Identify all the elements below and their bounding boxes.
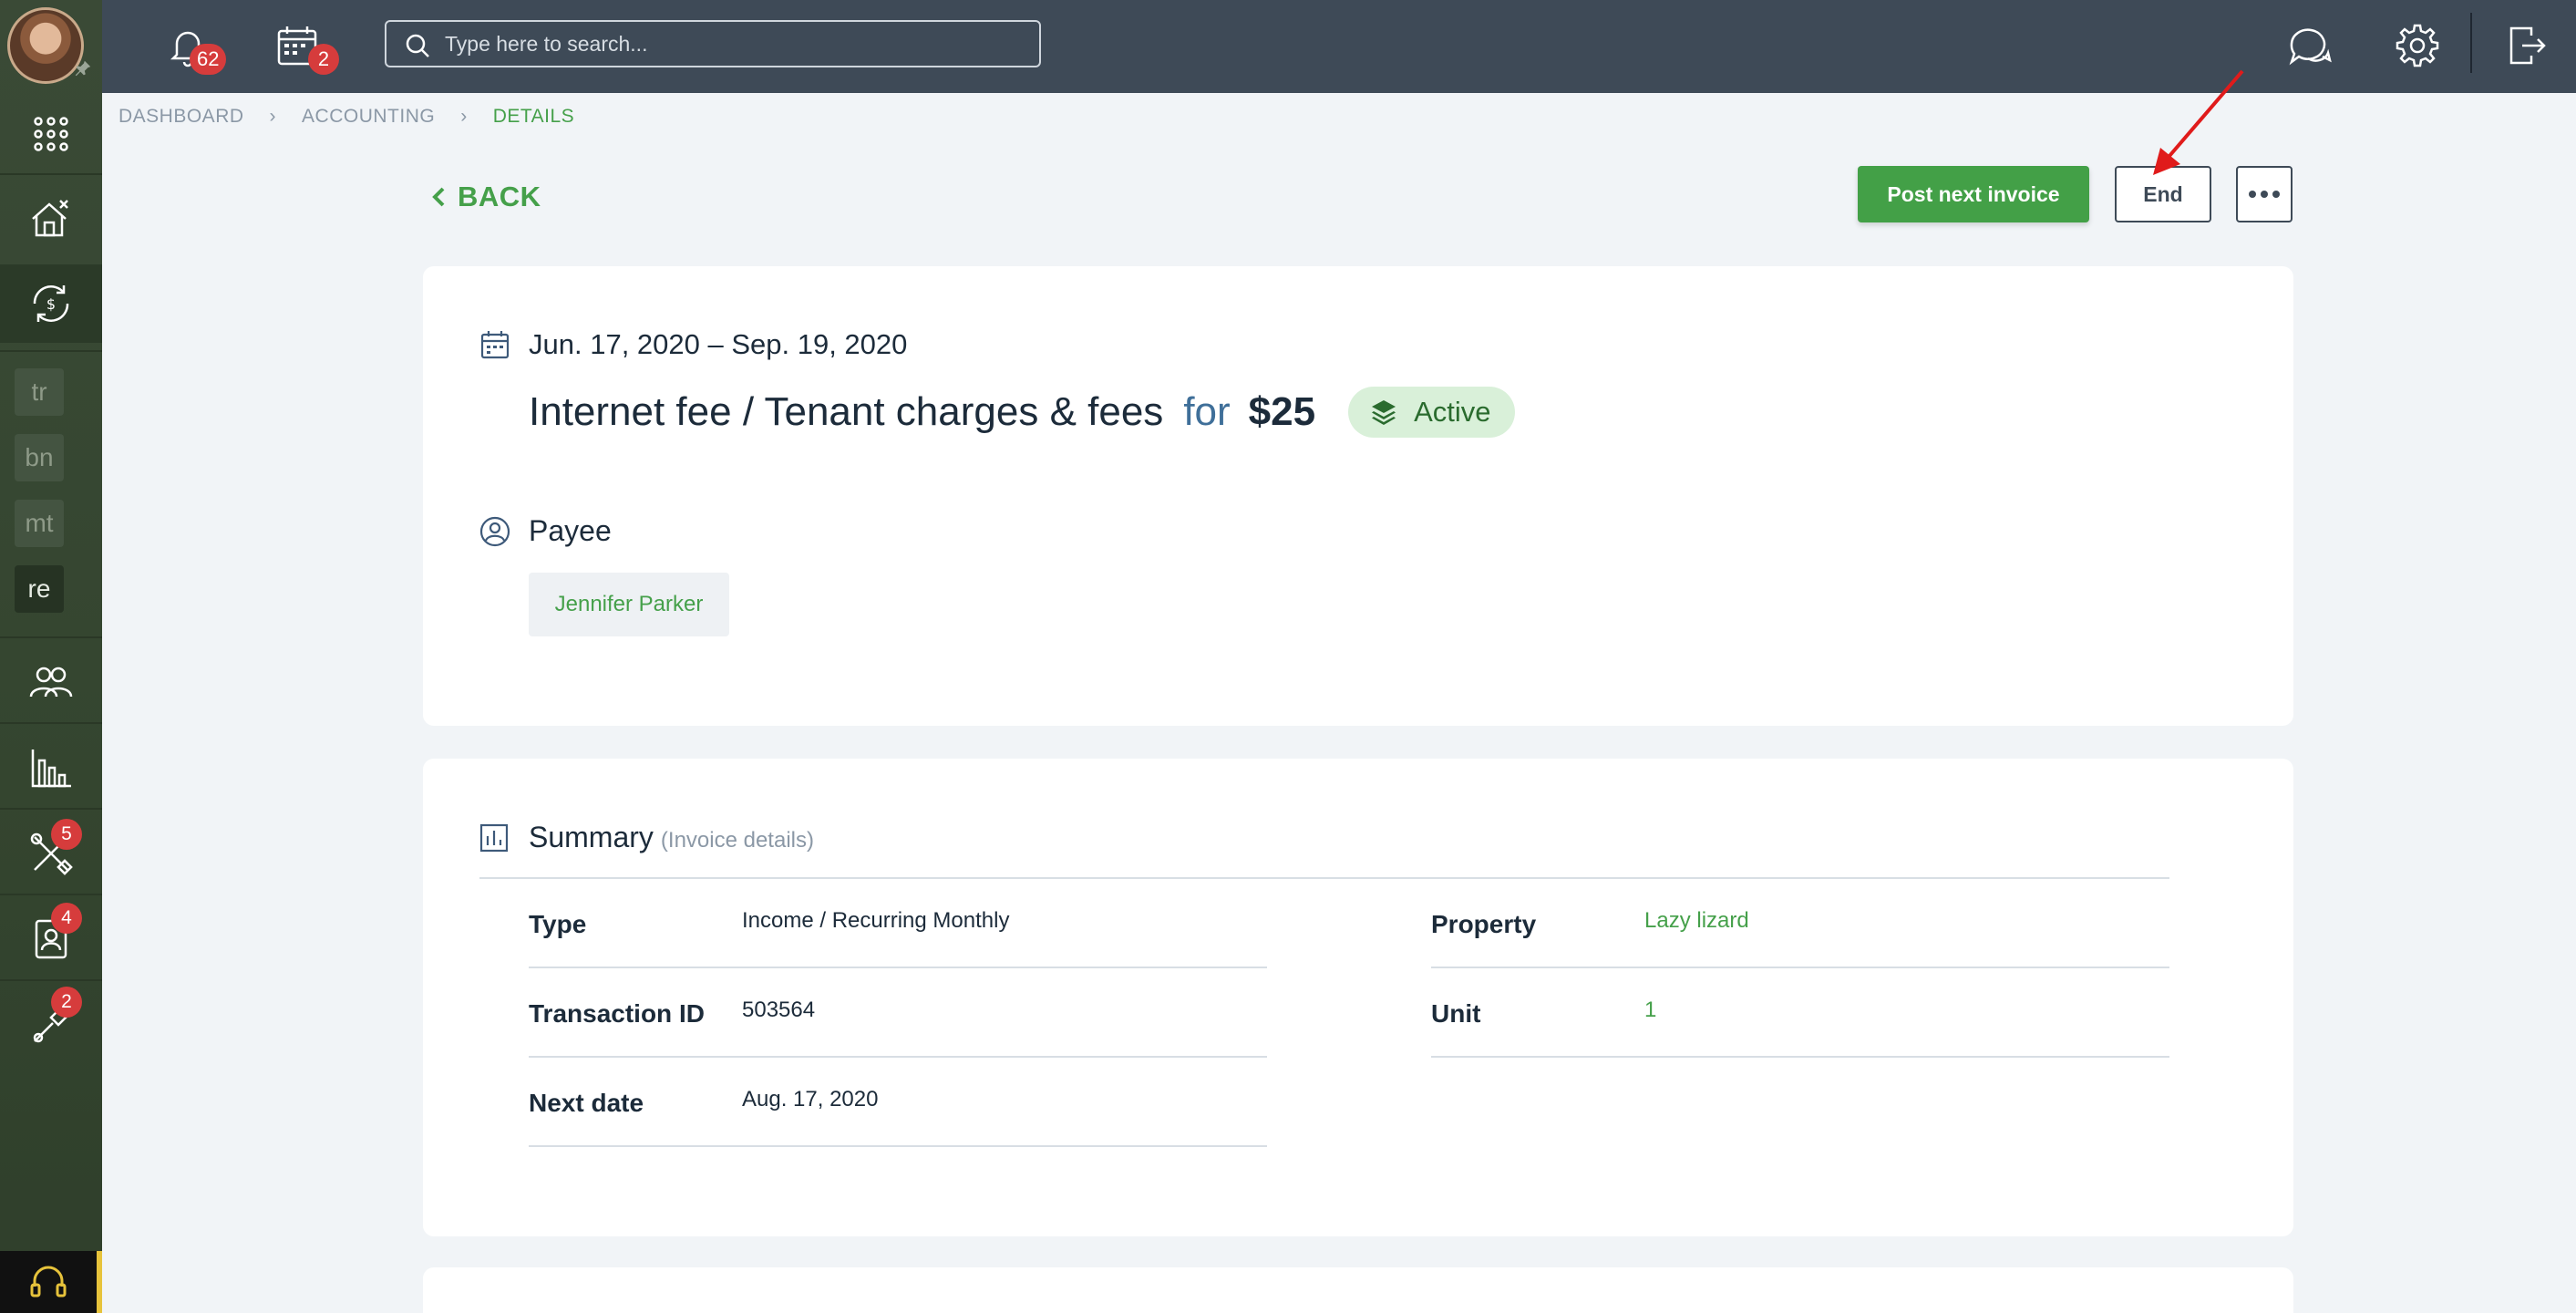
- unit-link[interactable]: 1: [1644, 998, 1656, 1023]
- layers-icon: [1372, 400, 1396, 425]
- next-card: [423, 1267, 2293, 1313]
- status-label: Active: [1414, 396, 1491, 428]
- chip-tr[interactable]: tr: [15, 368, 64, 416]
- transaction-title-row: Internet fee / Tenant charges & fees for…: [529, 387, 1515, 438]
- notifications-badge: 62: [190, 44, 227, 75]
- calendar-badge: 2: [308, 44, 339, 75]
- breadcrumb-details: DETAILS: [492, 106, 575, 127]
- transaction-id-value: 503564: [742, 998, 816, 1022]
- status-badge: Active: [1348, 387, 1515, 438]
- summary-row-next-date: Next date Aug. 17, 2020: [529, 1058, 1267, 1147]
- property-label: Property: [1431, 910, 1537, 938]
- maintenance-icon[interactable]: [0, 815, 102, 892]
- chat-icon[interactable]: [2281, 16, 2339, 75]
- breadcrumb: DASHBOARD › ACCOUNTING › DETAILS: [118, 106, 574, 128]
- for-label: for: [1183, 389, 1231, 434]
- transaction-card: Jun. 17, 2020 – Sep. 19, 2020 Internet f…: [423, 266, 2293, 726]
- accounting-icon[interactable]: $: [0, 264, 102, 343]
- type-label: Type: [529, 910, 587, 938]
- type-value: Income / Recurring Monthly: [742, 908, 1010, 933]
- transaction-id-label: Transaction ID: [529, 999, 705, 1028]
- summary-row-unit: Unit 1: [1431, 968, 2169, 1058]
- svg-text:$: $: [46, 295, 56, 313]
- payee-name-link[interactable]: Jennifer Parker: [529, 573, 729, 636]
- chip-re[interactable]: re: [15, 565, 64, 613]
- transaction-amount: $25: [1248, 389, 1316, 434]
- people-icon[interactable]: [0, 644, 102, 720]
- sidebar: $ tr bn mt re 5 4 2: [0, 0, 102, 1313]
- logout-icon[interactable]: [2498, 16, 2556, 75]
- search-input[interactable]: [445, 31, 1039, 57]
- property-link[interactable]: Lazy lizard: [1644, 908, 1749, 934]
- chip-mt[interactable]: mt: [15, 500, 64, 547]
- maintenance-badge: 5: [51, 819, 82, 850]
- breadcrumb-dashboard[interactable]: DASHBOARD: [118, 106, 244, 128]
- summary-header: Summary (Invoice details): [479, 821, 814, 854]
- date-range-row: Jun. 17, 2020 – Sep. 19, 2020: [479, 328, 907, 361]
- settings-gear-icon[interactable]: [2388, 16, 2447, 75]
- summary-title: Summary: [529, 821, 654, 853]
- post-next-invoice-button[interactable]: Post next invoice: [1858, 166, 2089, 222]
- tools-badge: 2: [51, 987, 82, 1018]
- back-button[interactable]: BACK: [428, 181, 541, 213]
- summary-card: Summary (Invoice details) Type Income / …: [423, 759, 2293, 1236]
- summary-row-property: Property Lazy lizard: [1431, 879, 2169, 968]
- apps-grid-icon[interactable]: [0, 104, 102, 164]
- payee-label: Payee: [529, 514, 612, 547]
- next-date-label: Next date: [529, 1089, 644, 1117]
- annotation-arrow-icon: [2153, 69, 2244, 175]
- back-label: BACK: [458, 181, 541, 212]
- chevron-right-icon: ›: [269, 106, 277, 127]
- chevron-right-icon: ›: [460, 106, 468, 127]
- summary-row-transaction-id: Transaction ID 503564: [529, 968, 1267, 1058]
- topbar-divider: [2470, 13, 2472, 73]
- user-circle-icon: [479, 516, 510, 546]
- payee-row: Payee: [479, 514, 612, 548]
- unit-label: Unit: [1431, 999, 1481, 1028]
- support-icon[interactable]: [0, 1251, 102, 1313]
- search-box: [385, 20, 1041, 67]
- reports-icon[interactable]: [0, 729, 102, 806]
- more-dots-icon: [2249, 191, 2280, 198]
- next-date-value: Aug. 17, 2020: [742, 1087, 879, 1111]
- chip-bn[interactable]: bn: [15, 434, 64, 481]
- search-icon: [406, 34, 429, 57]
- chevron-left-icon: [432, 187, 445, 207]
- bar-chart-icon: [479, 823, 509, 852]
- transaction-title: Internet fee / Tenant charges & fees: [529, 389, 1164, 434]
- properties-icon[interactable]: [0, 182, 102, 255]
- pin-icon[interactable]: [73, 58, 93, 78]
- breadcrumb-accounting[interactable]: ACCOUNTING: [302, 106, 435, 128]
- contacts-badge: 4: [51, 903, 82, 934]
- summary-subtitle: (Invoice details): [660, 828, 814, 853]
- summary-row-type: Type Income / Recurring Monthly: [529, 879, 1267, 968]
- calendar-icon: [480, 331, 510, 359]
- date-range: Jun. 17, 2020 – Sep. 19, 2020: [529, 328, 908, 360]
